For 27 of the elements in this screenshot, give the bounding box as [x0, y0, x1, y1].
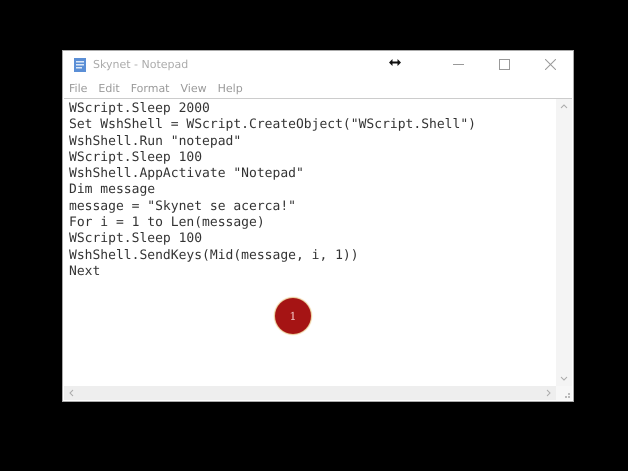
click-marker: 1 — [275, 298, 311, 334]
code-line: WScript.Sleep 100 — [69, 150, 204, 166]
code-line: For i = 1 to Len(message) — [69, 215, 266, 232]
window-title: Skynet - Notepad — [93, 58, 188, 71]
menu-item[interactable]: Format — [130, 82, 170, 94]
menu-item[interactable]: Edit — [98, 82, 120, 94]
menu-item[interactable]: Help — [218, 82, 243, 94]
maximize-icon — [498, 59, 510, 70]
size-grip-icon[interactable] — [562, 390, 570, 398]
menu-item[interactable]: View — [180, 82, 207, 94]
scroll-right-icon[interactable] — [546, 389, 552, 397]
notepad-icon — [72, 56, 88, 72]
code-line: WshShell.Run "notepad" — [69, 134, 242, 150]
code-line: Set WshShell = WScript.CreateObject("WScript.Shell") — [69, 117, 477, 134]
code-line: WScript.Sleep 100 — [69, 231, 204, 248]
code-line: WScript.Sleep 2000 — [69, 101, 211, 118]
code-line: Dim message — [69, 182, 156, 199]
resize-cursor-icon — [389, 59, 401, 66]
scroll-left-icon[interactable] — [68, 389, 74, 397]
close-icon — [544, 59, 556, 70]
scroll-up-icon[interactable] — [560, 103, 568, 109]
code-line: WshShell.SendKeys(Mid(message, i, 1)) — [69, 248, 360, 264]
code-line: message = "Skynet se acerca!" — [69, 198, 297, 216]
menu-item[interactable]: File — [69, 82, 88, 94]
scroll-down-icon[interactable] — [560, 376, 568, 382]
code-line: WshShell.AppActivate "Notepad" — [69, 166, 305, 182]
code-line: Next — [69, 264, 102, 280]
